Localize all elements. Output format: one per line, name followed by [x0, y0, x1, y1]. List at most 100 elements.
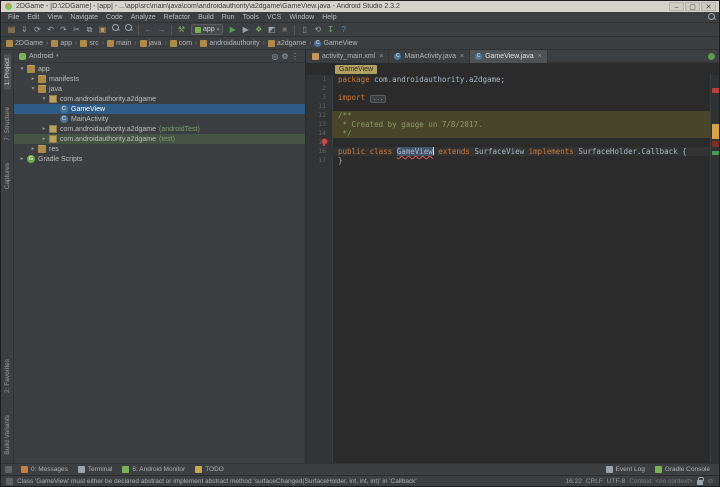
caret-position[interactable]: 16:22	[566, 478, 582, 485]
menu-edit[interactable]: Edit	[23, 12, 43, 23]
build-hammer-icon[interactable]: ⚒	[175, 24, 188, 36]
stripe-mark-error-red[interactable]	[712, 88, 719, 93]
tool-button-favorites[interactable]: 2: Favorites	[4, 355, 11, 397]
stripe-mark-dark-red[interactable]	[712, 141, 719, 147]
menu-help[interactable]: Help	[318, 12, 340, 23]
gradle-console-button[interactable]: Gradle Console	[650, 464, 715, 476]
quick-access-icon[interactable]	[5, 466, 12, 473]
gutter-line-number[interactable]: 12	[306, 111, 332, 120]
tool-button-captures[interactable]: Captures	[4, 159, 11, 193]
breadcrumb-item-gameview[interactable]: CGameView	[314, 40, 357, 47]
tab-gameview-java[interactable]: CGameView.java×	[470, 50, 548, 63]
gutter-line-number[interactable]: 11	[306, 102, 332, 111]
tree-item-com-androidauthority-a2dgame[interactable]: ▾com.androidauthority.a2dgame	[14, 94, 305, 104]
attach-debugger-icon[interactable]: ▶	[239, 24, 252, 36]
search-everywhere-icon[interactable]	[708, 13, 716, 21]
save-all-icon[interactable]: ⇓	[18, 24, 31, 36]
gutter-line-number[interactable]: 14	[306, 129, 332, 138]
tab-activity-main-xml[interactable]: activity_main.xml×	[307, 50, 389, 63]
paste-icon[interactable]: ▣	[96, 24, 109, 36]
error-stripe[interactable]	[710, 75, 719, 463]
find-icon[interactable]	[109, 24, 122, 36]
hector-inspector-icon[interactable]: ☺	[707, 477, 714, 486]
cut-icon[interactable]: ✂	[70, 24, 83, 36]
todo-button[interactable]: TODO	[190, 464, 229, 476]
avd-manager-icon[interactable]: ▯	[298, 24, 311, 36]
menu-navigate[interactable]: Navigate	[66, 12, 102, 23]
open-icon[interactable]: ▤	[5, 24, 18, 36]
tree-item-com-androidauthority-a2dgame-test[interactable]: ▸com.androidauthority.a2dgame(test)	[14, 134, 305, 144]
close-icon[interactable]: ×	[379, 53, 383, 60]
tree-item-gradle-scripts[interactable]: ▸GGradle Scripts	[14, 154, 305, 164]
menu-analyze[interactable]: Analyze	[127, 12, 160, 23]
redo-icon[interactable]: ↷	[57, 24, 70, 36]
tree-item-gameview[interactable]: CGameView	[14, 104, 305, 114]
tab-mainactivity-java[interactable]: CMainActivity.java×	[389, 50, 470, 63]
gear-icon[interactable]: ⚙	[280, 52, 290, 61]
breadcrumb-item-androidauthority[interactable]: androidauthority	[200, 40, 259, 47]
back-icon[interactable]: ←	[142, 24, 155, 36]
minimize-button[interactable]: –	[669, 2, 684, 11]
android-monitor-button[interactable]: 6: Android Monitor	[117, 464, 190, 476]
inspections-status-icon[interactable]	[708, 53, 715, 60]
gutter-line-number[interactable]: 16	[306, 147, 332, 156]
tool-button-build-variants[interactable]: Build Variants	[4, 411, 11, 459]
gutter-line-number[interactable]: 3	[306, 93, 332, 102]
breadcrumb-item-app[interactable]: app	[51, 40, 72, 47]
sync-project-icon[interactable]: ⟲	[311, 24, 324, 36]
stripe-mark-green[interactable]	[712, 151, 719, 155]
undo-icon[interactable]: ↶	[44, 24, 57, 36]
gutter-line-number[interactable]: 1	[306, 75, 332, 84]
stripe-mark-warning-yellow[interactable]	[712, 124, 719, 139]
tree-item-app[interactable]: ▾app	[14, 64, 305, 74]
more-icon[interactable]: ⋮	[290, 52, 300, 61]
encoding-indicator[interactable]: UTF-8	[607, 478, 625, 485]
tree-item-manifests[interactable]: ▸manifests	[14, 74, 305, 84]
menu-code[interactable]: Code	[102, 12, 127, 23]
breadcrumb-item-2dgame[interactable]: 2DGame	[6, 40, 43, 47]
close-icon[interactable]: ×	[460, 53, 464, 60]
menu-build[interactable]: Build	[194, 12, 218, 23]
coverage-icon[interactable]: ◩	[265, 24, 278, 36]
run-icon[interactable]: ▶	[226, 24, 239, 36]
menu-vcs[interactable]: VCS	[263, 12, 285, 23]
menu-window[interactable]: Window	[285, 12, 318, 23]
locate-icon[interactable]: ◎	[270, 52, 280, 61]
code-lines[interactable]: 1package com.androidauthority.a2dgame;23…	[306, 75, 710, 463]
gutter-line-number[interactable]: 17	[306, 156, 332, 165]
maximize-button[interactable]: ▢	[685, 2, 700, 11]
breadcrumb-class-chip[interactable]: GameView	[335, 65, 377, 74]
project-view-selector[interactable]: Android	[29, 53, 53, 60]
tree-item-mainactivity[interactable]: CMainActivity	[14, 114, 305, 124]
terminal-button[interactable]: Terminal	[73, 464, 118, 476]
menu-tools[interactable]: Tools	[239, 12, 263, 23]
gutter-line-number[interactable]: 2	[306, 84, 332, 93]
sync-icon[interactable]: ⟳	[31, 24, 44, 36]
code-editor[interactable]: 1package com.androidauthority.a2dgame;23…	[306, 75, 719, 463]
help-icon[interactable]: ?	[337, 24, 350, 36]
menu-file[interactable]: File	[4, 12, 23, 23]
breadcrumb-item-a2dgame[interactable]: a2dgame	[268, 40, 306, 47]
tool-button-project[interactable]: 1: Project	[4, 54, 11, 89]
gutter-line-number[interactable]: 13	[306, 120, 332, 129]
menu-refactor[interactable]: Refactor	[160, 12, 194, 23]
breadcrumb-item-main[interactable]: main	[107, 40, 131, 47]
context-indicator[interactable]: Context: <no context>	[629, 478, 693, 485]
messages-button[interactable]: 0: Messages	[16, 464, 73, 476]
sdk-manager-icon[interactable]: ↧	[324, 24, 337, 36]
tree-item-java[interactable]: ▾java	[14, 84, 305, 94]
menu-run[interactable]: Run	[218, 12, 239, 23]
tool-button-structure[interactable]: 7: Structure	[4, 103, 11, 145]
line-ending-indicator[interactable]: CRLF	[586, 478, 603, 485]
close-icon[interactable]: ×	[538, 53, 542, 60]
replace-icon[interactable]	[122, 24, 135, 36]
stop-icon[interactable]: ■	[278, 24, 291, 36]
run-config-dropdown[interactable]: app▾	[191, 24, 223, 35]
debug-icon[interactable]: ❖	[252, 24, 265, 36]
readonly-lock-icon[interactable]	[697, 480, 703, 485]
gutter-line-number[interactable]: 15	[306, 138, 332, 147]
forward-icon[interactable]: →	[155, 24, 168, 36]
breadcrumb-item-java[interactable]: java	[140, 40, 162, 47]
tree-item-com-androidauthority-a2dgame-androidtest[interactable]: ▸com.androidauthority.a2dgame(androidTes…	[14, 124, 305, 134]
event-log-button[interactable]: Event Log	[601, 464, 650, 476]
